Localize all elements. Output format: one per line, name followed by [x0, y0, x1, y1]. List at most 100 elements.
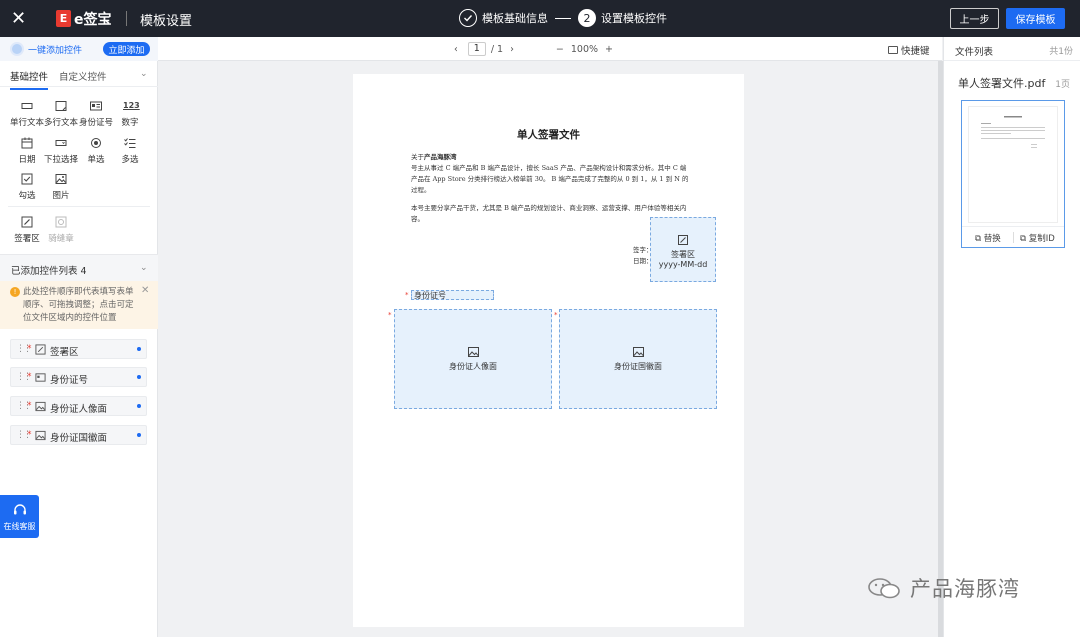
added-controls-title: 已添加控件列表 4 — [11, 266, 87, 277]
control-riding-seal: 骑缝章 — [43, 215, 79, 249]
status-dot — [137, 404, 141, 408]
notice-text: 此处控件顺序即代表填写表单顺序、可拖拽调整；点击可定位文件区域内的控件位置 — [23, 287, 134, 323]
id-card-icon — [35, 373, 46, 382]
image-icon — [35, 430, 46, 441]
chevron-down-icon[interactable]: ⌄ — [140, 69, 148, 79]
control-multi-line-text[interactable]: 多行文本 — [43, 99, 79, 133]
thumbnail-page — [968, 106, 1058, 223]
control-date[interactable]: 日期 — [9, 136, 45, 170]
customer-service-label: 在线客服 — [3, 522, 36, 531]
step-1-label[interactable]: 模板基础信息 — [482, 10, 548, 26]
chevron-left-icon[interactable]: ‹ — [454, 44, 458, 55]
control-multi-select[interactable]: 多选 — [112, 136, 148, 170]
required-icon: * — [27, 344, 32, 354]
quick-add-label: 一键添加控件 — [28, 46, 83, 56]
para1-body: 号主从事过 C 端产品和 B 端产品设计，擅长 SaaS 产品、产品架构设计和需… — [411, 164, 689, 194]
control-label: 勾选 — [18, 191, 36, 201]
page-total: / 1 — [490, 43, 504, 55]
image-icon — [35, 401, 46, 412]
single-line-text-icon — [21, 103, 33, 109]
tab-basic-controls[interactable]: 基础控件 — [10, 69, 49, 90]
step-2-number: 2 — [578, 9, 596, 27]
customer-service-button[interactable]: 在线客服 — [0, 495, 39, 538]
id-back-label: 身份证国徽面 — [614, 362, 662, 371]
signature-field[interactable]: 签署区 yyyy-MM-dd — [650, 217, 716, 282]
shortcut-button[interactable]: 快捷键 — [888, 43, 930, 57]
logo-mark: E — [56, 10, 71, 27]
radio-icon — [91, 138, 101, 148]
close-icon[interactable]: ✕ — [0, 0, 37, 37]
page-input[interactable]: 1 — [467, 42, 486, 56]
document-paragraph-1: 关于产品海豚湾 号主从事过 C 端产品和 B 端产品设计，擅长 SaaS 产品、产… — [411, 152, 691, 196]
save-template-button[interactable]: 保存模板 — [1006, 8, 1065, 29]
quick-add-button[interactable]: 立即添加 — [103, 42, 150, 56]
id-number-field[interactable]: 身份证号 — [411, 290, 494, 300]
control-label: 骑缝章 — [48, 234, 74, 244]
id-front-photo-field[interactable]: 身份证人像面 — [394, 309, 552, 409]
left-panel: 一键添加控件 立即添加 基础控件 自定义控件 ⌄ 单行文本 多行文本 身份证号 … — [0, 37, 158, 637]
control-number[interactable]: 123 数字 — [112, 99, 148, 133]
document-toolbar: ‹ 1 / 1 › − 100% + 快捷键 — [158, 37, 942, 61]
added-item-label: 身份证国徽面 — [50, 433, 108, 444]
divider — [8, 206, 150, 207]
required-icon: * — [27, 372, 32, 382]
required-icon: * — [27, 401, 32, 411]
seal-icon — [55, 216, 67, 228]
control-image[interactable]: 图片 — [43, 172, 79, 206]
divider — [1013, 232, 1014, 243]
control-radio[interactable]: 单选 — [78, 136, 114, 170]
drag-notice: ! 此处控件顺序即代表填写表单顺序、可拖拽调整；点击可定位文件区域内的控件位置 … — [0, 281, 158, 329]
close-icon[interactable]: ✕ — [141, 285, 149, 296]
copy-id-label: 复制ID — [1028, 234, 1055, 244]
added-item[interactable]: ⋮⋮ * 身份证人像面 — [10, 396, 147, 416]
zoom-in-icon[interactable]: + — [605, 44, 613, 55]
headset-icon — [13, 504, 26, 515]
top-bar: ✕ E e签宝 模板设置 模板基础信息 2 设置模板控件 上一步 保存模板 — [0, 0, 1080, 37]
control-label: 下拉选择 — [43, 155, 78, 165]
copy-icon: ⧉ — [1020, 234, 1027, 244]
tab-custom-controls[interactable]: 自定义控件 — [59, 69, 107, 83]
control-id-number[interactable]: 身份证号 — [78, 99, 114, 133]
signature-field-label: 签署区 — [671, 250, 695, 259]
wechat-icon — [868, 578, 900, 599]
replace-button[interactable]: ⧉ 替换 — [975, 232, 1001, 244]
added-item-label: 签署区 — [50, 347, 79, 358]
keyboard-icon — [888, 46, 898, 54]
copy-id-button[interactable]: ⧉ 复制ID — [1020, 232, 1055, 244]
control-tabs: 基础控件 自定义控件 ⌄ — [0, 61, 158, 90]
control-signature-area[interactable]: 签署区 — [9, 215, 45, 249]
quick-add-bar: 一键添加控件 立即添加 — [0, 37, 158, 61]
control-single-line-text[interactable]: 单行文本 — [9, 99, 45, 133]
signature-field-format: yyyy-MM-dd — [658, 260, 708, 269]
added-item[interactable]: ⋮⋮ * 身份证号 — [10, 367, 147, 387]
prev-step-button[interactable]: 上一步 — [950, 8, 999, 29]
pager: ‹ 1 / 1 › − 100% + — [454, 42, 620, 56]
control-dropdown[interactable]: 下拉选择 — [43, 136, 79, 170]
added-controls-header[interactable]: 已添加控件列表 4 ⌄ — [0, 254, 158, 281]
chevron-down-icon[interactable]: ⌄ — [140, 263, 148, 273]
file-name[interactable]: 单人签署文件.pdf — [958, 75, 1045, 91]
added-item[interactable]: ⋮⋮ * 签署区 — [10, 339, 147, 359]
stepper: 模板基础信息 2 设置模板控件 — [459, 8, 667, 28]
logo-text: e签宝 — [74, 12, 112, 28]
chevron-right-icon[interactable]: › — [510, 44, 514, 55]
step-divider — [555, 17, 571, 19]
added-item-label: 身份证号 — [50, 375, 89, 386]
zoom-out-icon[interactable]: − — [556, 44, 564, 55]
file-thumbnail[interactable]: ⧉ 替换 ⧉ 复制ID — [961, 100, 1065, 248]
control-checkbox[interactable]: 勾选 — [9, 172, 45, 206]
control-label: 日期 — [18, 155, 36, 165]
dropdown-icon — [55, 140, 67, 146]
signature-icon — [35, 344, 46, 355]
required-icon: * — [388, 311, 392, 319]
added-item-label: 身份证人像面 — [50, 404, 108, 415]
divider — [126, 11, 127, 26]
check-icon — [459, 9, 477, 27]
thumbnail-actions: ⧉ 替换 ⧉ 复制ID — [962, 226, 1064, 247]
control-label: 多行文本 — [43, 118, 78, 128]
id-back-photo-field[interactable]: 身份证国徽面 — [559, 309, 717, 409]
step-2-label[interactable]: 设置模板控件 — [601, 10, 667, 26]
page-title: 模板设置 — [140, 14, 193, 29]
replace-icon: ⧉ — [975, 234, 982, 244]
added-item[interactable]: ⋮⋮ * 身份证国徽面 — [10, 425, 147, 445]
